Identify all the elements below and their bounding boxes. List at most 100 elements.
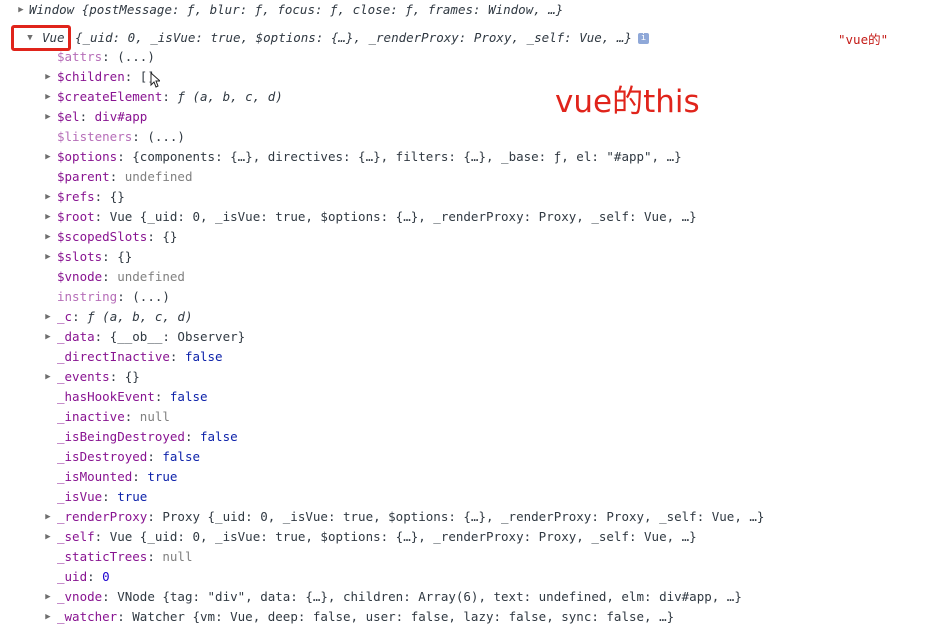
property-line: _isDestroyed: false [57, 447, 200, 467]
property-value: VNode {tag: "div", data: {…}, children: … [117, 589, 742, 604]
property-value: false [169, 389, 208, 404]
window-row[interactable]: ▶ Window {postMessage: ƒ, blur: ƒ, focus… [0, 0, 935, 20]
property-key: _self [57, 529, 95, 544]
window-summary: Window {postMessage: ƒ, blur: ƒ, focus: … [29, 2, 564, 17]
property-value: {} [117, 249, 133, 264]
property-row: $attrs: (...) [0, 47, 935, 67]
key-separator: : [109, 369, 125, 384]
property-row[interactable]: ▶ $root: Vue {_uid: 0, _isVue: true, $opt… [0, 207, 935, 227]
property-row[interactable]: ▶ $createElement: ƒ (a, b, c, d) [0, 87, 935, 107]
property-line: $children: [] [57, 67, 155, 87]
property-key: $attrs [57, 49, 103, 64]
expand-triangle-icon[interactable]: ▶ [42, 147, 54, 167]
key-separator: : [94, 209, 110, 224]
expand-triangle-icon[interactable]: ▶ [42, 107, 54, 127]
expand-triangle-icon[interactable]: ▶ [42, 507, 54, 527]
key-separator: : [102, 269, 118, 284]
property-key: $options [57, 149, 118, 164]
property-line: $createElement: ƒ (a, b, c, d) [57, 87, 283, 107]
property-row: _directInactive: false [0, 347, 935, 367]
vue-root-row[interactable]: ▼ Vue {_uid: 0, _isVue: true, $options: … [0, 28, 935, 48]
expand-triangle-icon[interactable]: ▶ [42, 247, 54, 267]
key-separator: : [117, 289, 133, 304]
property-row: _inactive: null [0, 407, 935, 427]
expand-triangle-icon[interactable]: ▶ [42, 327, 54, 347]
key-separator: : [132, 469, 148, 484]
property-row: _isBeingDestroyed: false [0, 427, 935, 447]
property-value: true [147, 469, 178, 484]
property-line: $options: {components: {…}, directives: … [57, 147, 682, 167]
key-separator: : [87, 569, 103, 584]
property-key: _staticTrees [57, 549, 148, 564]
property-row[interactable]: ▶ _watcher: Watcher {vm: Vue, deep: false… [0, 607, 935, 627]
property-value: {} [162, 229, 178, 244]
key-separator: : [162, 89, 178, 104]
expand-triangle-icon[interactable]: ▶ [42, 87, 54, 107]
key-separator: : [109, 169, 125, 184]
property-line: _staticTrees: null [57, 547, 192, 567]
property-row[interactable]: ▶ $options: {components: {…}, directives:… [0, 147, 935, 167]
key-separator: : [147, 509, 163, 524]
expand-triangle-icon[interactable]: ▶ [42, 607, 54, 627]
property-row[interactable]: ▶ $el: div#app [0, 107, 935, 127]
key-separator: : [72, 309, 88, 324]
property-line: _isVue: true [57, 487, 147, 507]
property-key: $vnode [57, 269, 103, 284]
property-value[interactable]: (...) [117, 49, 155, 64]
property-line: $el: div#app [57, 107, 147, 127]
property-row: _uid: 0 [0, 567, 935, 587]
key-separator: : [169, 349, 185, 364]
key-separator: : [147, 229, 163, 244]
property-row[interactable]: ▶ _data: {__ob__: Observer} [0, 327, 935, 347]
expand-triangle-icon[interactable]: ▶ [42, 67, 54, 87]
property-value[interactable]: (...) [147, 129, 185, 144]
expand-triangle-icon[interactable]: ▶ [42, 307, 54, 327]
property-line: _vnode: VNode {tag: "div", data: {…}, ch… [57, 587, 742, 607]
property-line: _self: Vue {_uid: 0, _isVue: true, $opti… [57, 527, 697, 547]
expand-triangle-icon[interactable]: ▶ [42, 587, 54, 607]
info-icon[interactable]: i [637, 33, 649, 44]
expand-triangle-icon[interactable]: ▶ [42, 187, 54, 207]
property-value: Watcher {vm: Vue, deep: false, user: fal… [132, 609, 675, 624]
property-row[interactable]: ▶ _self: Vue {_uid: 0, _isVue: true, $opt… [0, 527, 935, 547]
property-value: {} [109, 189, 125, 204]
expand-triangle-icon[interactable]: ▶ [42, 227, 54, 247]
property-value[interactable]: (...) [132, 289, 170, 304]
property-line: _events: {} [57, 367, 140, 387]
property-value: null [139, 409, 170, 424]
property-key: $parent [57, 169, 110, 184]
property-row[interactable]: ▶ $scopedSlots: {} [0, 227, 935, 247]
annotation-text: vue的this [555, 84, 700, 120]
property-row: $listeners: (...) [0, 127, 935, 147]
property-row[interactable]: ▶ _vnode: VNode {tag: "div", data: {…}, c… [0, 587, 935, 607]
property-line: _hasHookEvent: false [57, 387, 208, 407]
property-row[interactable]: ▶ _renderProxy: Proxy {_uid: 0, _isVue: t… [0, 507, 935, 527]
property-key: _watcher [57, 609, 118, 624]
property-line: instring: (...) [57, 287, 170, 307]
property-key: $el [57, 109, 80, 124]
property-value: ƒ (a, b, c, d) [177, 89, 283, 104]
property-line: $attrs: (...) [57, 47, 155, 67]
expand-triangle-icon[interactable]: ▶ [42, 207, 54, 227]
expand-triangle-icon[interactable]: ▶ [15, 0, 27, 20]
property-row[interactable]: ▶ _c: ƒ (a, b, c, d) [0, 307, 935, 327]
property-line: _isBeingDestroyed: false [57, 427, 238, 447]
expand-triangle-icon[interactable]: ▶ [42, 367, 54, 387]
key-separator: : [124, 69, 140, 84]
property-line: _isMounted: true [57, 467, 177, 487]
property-key: _inactive [57, 409, 125, 424]
property-line: $refs: {} [57, 187, 125, 207]
key-separator: : [147, 549, 163, 564]
expand-triangle-icon[interactable]: ▶ [42, 527, 54, 547]
property-line: _c: ƒ (a, b, c, d) [57, 307, 192, 327]
property-value: ƒ (a, b, c, d) [87, 309, 193, 324]
property-value: Vue {_uid: 0, _isVue: true, $options: {…… [109, 209, 697, 224]
key-separator: : [117, 149, 133, 164]
property-key: _uid [57, 569, 88, 584]
property-row[interactable]: ▶ $refs: {} [0, 187, 935, 207]
property-row: $parent: undefined [0, 167, 935, 187]
property-line: _directInactive: false [57, 347, 223, 367]
property-row[interactable]: ▶ _events: {} [0, 367, 935, 387]
property-row[interactable]: ▶ $slots: {} [0, 247, 935, 267]
property-row[interactable]: ▶ $children: [] [0, 67, 935, 87]
